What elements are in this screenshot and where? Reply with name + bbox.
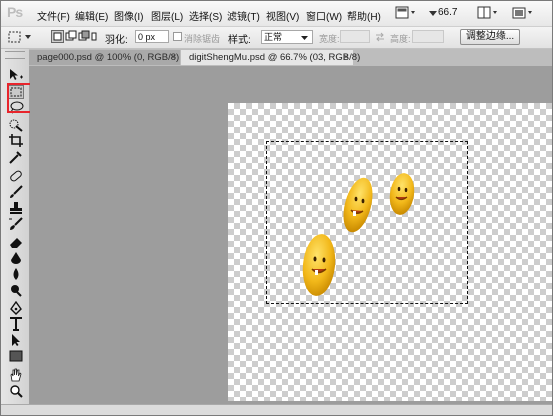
history-brush-icon[interactable] (8, 217, 24, 231)
menu-filter[interactable]: 滤镜(T) (227, 8, 260, 23)
tab-label: page000.psd @ 100% (0, RGB/8) * (37, 52, 186, 63)
options-bar: 羽化: 0 px 消除锯齿 样式: 正常 宽度: 高度: 调整边缘... (1, 27, 552, 49)
toolbox-grip[interactable] (5, 51, 25, 59)
photoshop-window: Ps 文件(F) 编辑(E) 图像(I) 图层(L) 选择(S) 滤镜(T) 视… (0, 0, 553, 416)
status-bar (1, 404, 552, 415)
style-select-value: 正常 (264, 32, 283, 42)
tab-digitShengMu[interactable]: digitShengMu.psd @ 66.7% (03, RGB/8) × (181, 50, 360, 65)
eraser-icon[interactable] (8, 235, 24, 249)
pen-icon[interactable] (8, 301, 24, 315)
menu-window[interactable]: 窗口(W) (306, 8, 342, 23)
clone-stamp-icon[interactable] (8, 201, 24, 215)
egg-character-1 (302, 234, 336, 296)
zoom-level[interactable]: 66.7 (438, 5, 457, 20)
document-tabs: page000.psd @ 100% (0, RGB/8) * × digitS… (29, 49, 552, 66)
chevron-down-icon (301, 36, 308, 40)
gradient-icon[interactable] (8, 251, 24, 265)
type-icon[interactable] (8, 317, 24, 331)
height-label: 高度: (390, 34, 411, 44)
path-selection-icon[interactable] (8, 333, 24, 347)
zoom-icon[interactable] (8, 384, 24, 398)
egg-character-3 (389, 173, 415, 215)
dodge-icon[interactable] (8, 283, 24, 297)
blur-icon[interactable] (8, 267, 24, 281)
close-icon[interactable]: × (343, 50, 349, 65)
arrange-documents-icon[interactable] (477, 5, 499, 20)
hand-icon[interactable] (8, 368, 24, 382)
tool-preset-picker[interactable] (7, 30, 37, 47)
menu-view[interactable]: 视图(V) (266, 8, 299, 23)
refine-edge-button[interactable]: 调整边缘... (460, 29, 520, 45)
crop-icon[interactable] (8, 134, 24, 148)
width-input (340, 30, 370, 43)
menu-edit[interactable]: 编辑(E) (75, 8, 108, 23)
eyedropper-icon[interactable] (8, 150, 24, 164)
feather-input[interactable]: 0 px (135, 30, 169, 43)
extras-icon[interactable] (511, 5, 535, 20)
feather-label: 羽化: (105, 35, 128, 46)
menu-layer[interactable]: 图层(L) (151, 8, 183, 23)
brush-icon[interactable] (8, 185, 24, 199)
tab-page000[interactable]: page000.psd @ 100% (0, RGB/8) * × (29, 50, 186, 65)
style-label: 样式: (228, 35, 251, 46)
style-select[interactable]: 正常 (261, 30, 313, 44)
spot-healing-icon[interactable] (8, 169, 24, 183)
width-label: 宽度: (319, 34, 340, 44)
menu-bar: Ps 文件(F) 编辑(E) 图像(I) 图层(L) 选择(S) 滤镜(T) 视… (1, 1, 552, 27)
height-input (412, 30, 444, 43)
app-logo: Ps (7, 4, 23, 20)
antialias-checkbox[interactable] (173, 32, 183, 45)
menu-file[interactable]: 文件(F) (37, 8, 70, 23)
close-icon[interactable]: × (170, 50, 176, 65)
screen-mode-icon[interactable] (395, 5, 417, 20)
quick-selection-icon[interactable] (8, 118, 24, 132)
antialias-label: 消除锯齿 (184, 34, 221, 44)
menu-select[interactable]: 选择(S) (189, 8, 222, 23)
egg-character-2 (343, 177, 373, 233)
selection-mode-icons[interactable] (51, 30, 97, 47)
menu-help[interactable]: 帮助(H) (347, 8, 381, 23)
swap-dimensions-icon (374, 31, 386, 46)
rectangle-shape-icon[interactable] (8, 349, 24, 363)
menu-image[interactable]: 图像(I) (114, 8, 143, 23)
tab-label: digitShengMu.psd @ 66.7% (03, RGB/8) (189, 52, 361, 63)
move-icon[interactable] (8, 68, 24, 82)
